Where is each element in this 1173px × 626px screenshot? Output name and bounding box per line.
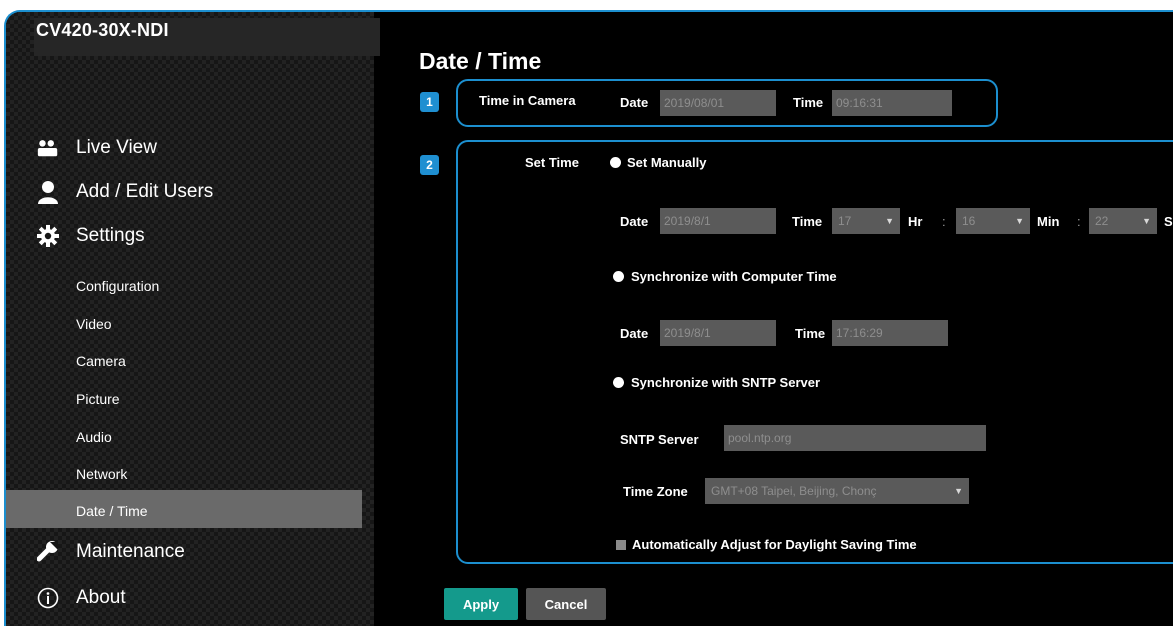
chevron-down-icon: ▼ [885, 216, 894, 226]
computer-time-field: 17:16:29 [832, 320, 948, 346]
sync-sntp-label: Synchronize with SNTP Server [631, 375, 821, 390]
section-1-badge: 1 [420, 92, 439, 112]
time-zone-value: GMT+08 Taipei, Beijing, Chonç [711, 484, 877, 498]
live-view-icon [36, 136, 60, 160]
nav-maintenance[interactable]: Maintenance [36, 540, 185, 564]
manual-date-label: Date [620, 214, 649, 229]
computer-date-label: Date [620, 326, 649, 341]
settings-network[interactable]: Network [76, 466, 127, 482]
chevron-down-icon: ▼ [954, 486, 963, 496]
radio-sync-sntp[interactable] [613, 377, 624, 388]
app-window: CV420-30X-NDI Live View Add / Edit Users [4, 10, 1173, 626]
radio-sync-computer[interactable] [613, 271, 624, 282]
hour-select[interactable]: 17 ▼ [832, 208, 900, 234]
camera-date-field: 2019/08/01 [660, 90, 776, 116]
user-icon [36, 180, 60, 204]
hr-label: Hr [908, 214, 923, 229]
apply-button[interactable]: Apply [444, 588, 518, 620]
settings-date-time[interactable]: Date / Time [76, 503, 148, 519]
nav-settings-label: Settings [76, 225, 145, 246]
nav-settings[interactable]: Settings [36, 224, 145, 248]
dst-label: Automatically Adjust for Daylight Saving… [632, 537, 917, 552]
time-in-camera-label: Time in Camera [479, 93, 576, 108]
minute-value: 16 [962, 214, 976, 228]
computer-time-label: Time [795, 326, 826, 341]
set-manually-label: Set Manually [627, 155, 707, 170]
section-2-badge: 2 [420, 155, 439, 175]
hr-min-separator: : [942, 214, 946, 229]
nav-maintenance-label: Maintenance [76, 541, 185, 562]
second-select[interactable]: 22 ▼ [1089, 208, 1157, 234]
time-zone-select[interactable]: GMT+08 Taipei, Beijing, Chonç ▼ [705, 478, 969, 504]
hour-value: 17 [838, 214, 852, 228]
second-value: 22 [1095, 214, 1109, 228]
manual-time-label: Time [792, 214, 823, 229]
settings-camera[interactable]: Camera [76, 353, 126, 369]
computer-date-field: 2019/8/1 [660, 320, 776, 346]
model-name: CV420-30X-NDI [36, 20, 169, 40]
chevron-down-icon: ▼ [1015, 216, 1024, 226]
min-label: Min [1037, 214, 1060, 229]
sntp-server-input[interactable]: pool.ntp.org [724, 425, 986, 451]
nav-about-label: About [76, 587, 126, 608]
sec-label: S [1164, 214, 1173, 229]
gear-icon [36, 224, 60, 248]
settings-date-time-highlight [6, 490, 362, 528]
settings-picture[interactable]: Picture [76, 391, 120, 407]
min-sec-separator: : [1077, 214, 1081, 229]
camera-time-field: 09:16:31 [832, 90, 952, 116]
nav-live-view-label: Live View [76, 137, 157, 158]
sidebar: CV420-30X-NDI Live View Add / Edit Users [6, 12, 380, 626]
radio-set-manually[interactable] [610, 157, 621, 168]
settings-configuration[interactable]: Configuration [76, 278, 159, 294]
camera-date-label: Date [620, 95, 649, 110]
sntp-server-label: SNTP Server [620, 432, 699, 447]
info-icon [36, 586, 60, 610]
settings-audio[interactable]: Audio [76, 429, 112, 445]
nav-live-view[interactable]: Live View [36, 136, 157, 160]
wrench-icon [36, 540, 60, 564]
minute-select[interactable]: 16 ▼ [956, 208, 1030, 234]
chevron-down-icon: ▼ [1142, 216, 1151, 226]
nav-about[interactable]: About [36, 586, 126, 610]
dst-checkbox[interactable] [616, 540, 626, 550]
nav-add-edit-users-label: Add / Edit Users [76, 181, 214, 202]
manual-date-input[interactable]: 2019/8/1 [660, 208, 776, 234]
cancel-button[interactable]: Cancel [526, 588, 606, 620]
sync-computer-label: Synchronize with Computer Time [631, 269, 837, 284]
time-zone-label: Time Zone [623, 484, 688, 499]
nav-add-edit-users[interactable]: Add / Edit Users [36, 180, 213, 204]
set-time-label: Set Time [525, 155, 579, 170]
settings-video[interactable]: Video [76, 316, 112, 332]
page-title: Date / Time [419, 48, 542, 74]
camera-time-label: Time [793, 95, 824, 110]
